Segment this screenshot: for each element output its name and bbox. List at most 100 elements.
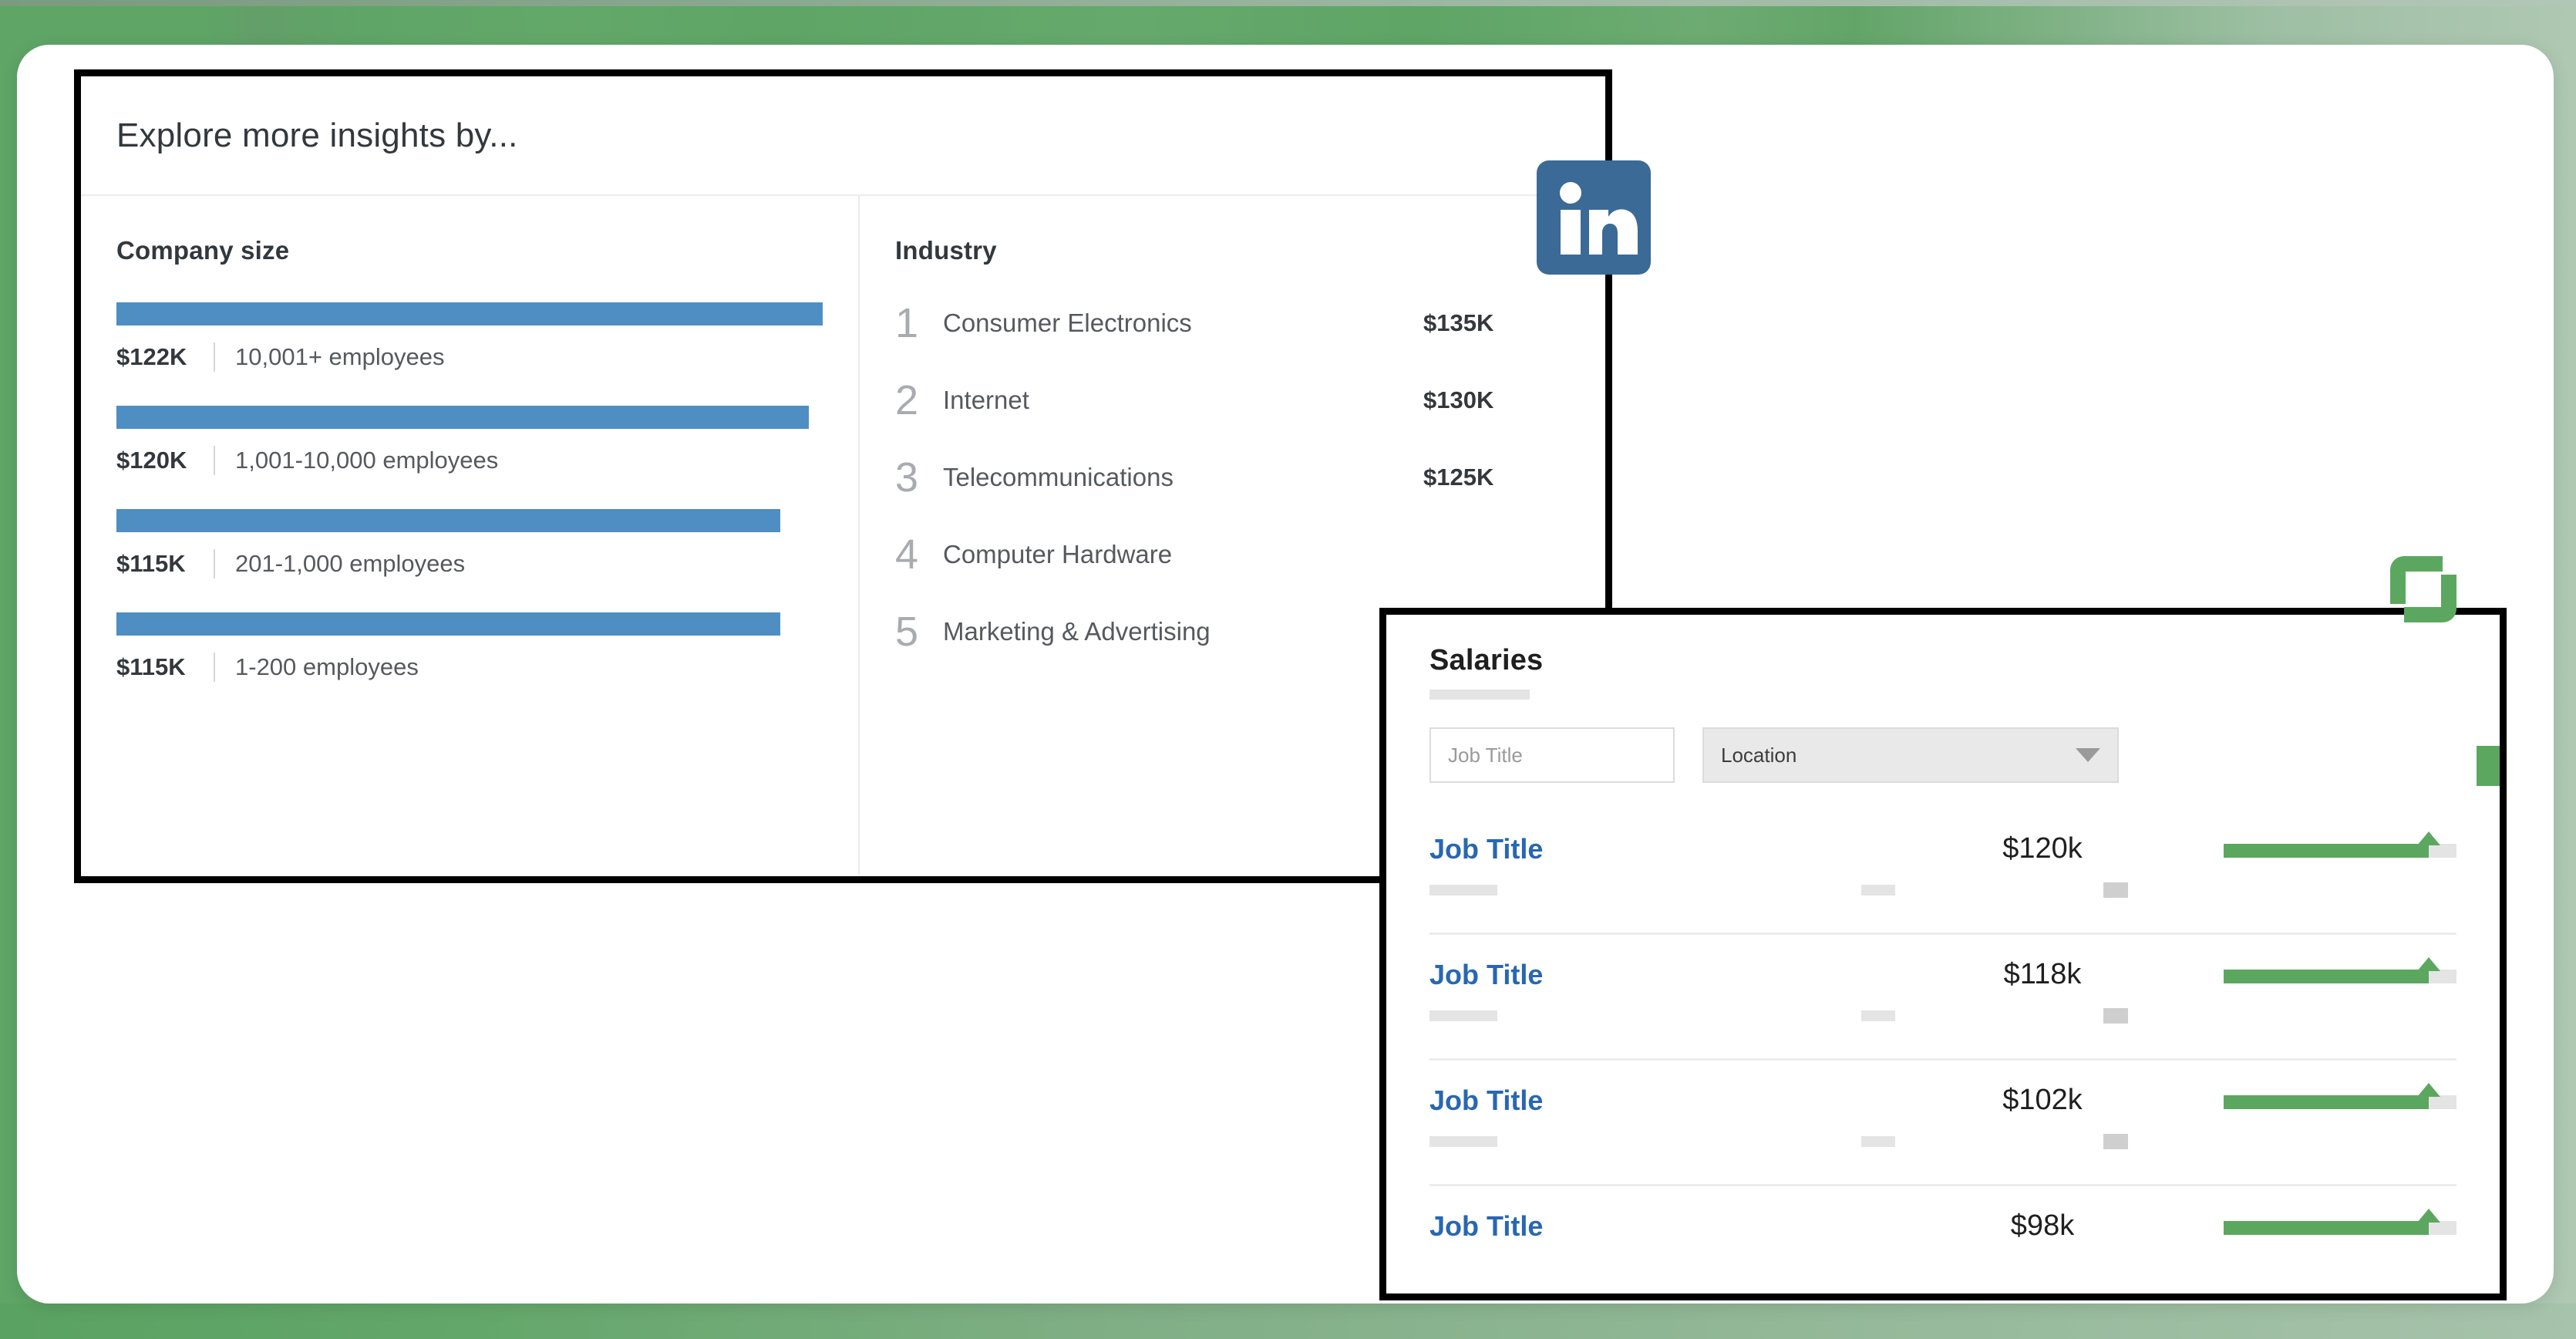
gauge-caption-placeholder	[2103, 1134, 2128, 1149]
company-size-meta: $122K 10,001+ employees	[116, 342, 823, 372]
salary-job-title-link[interactable]: Job Title	[1429, 833, 1861, 865]
salary-range-gauge	[2224, 1208, 2456, 1240]
location-select[interactable]: Location	[1702, 727, 2119, 783]
company-size-meta: $115K 201-1,000 employees	[116, 549, 823, 578]
linkedin-logo-icon	[1537, 160, 1651, 275]
salary-amount: $120k	[2002, 832, 2083, 865]
salary-row-main: Job Title $98k	[1429, 1186, 2456, 1243]
background-top-strip	[0, 0, 2576, 6]
industry-name: Computer Hardware	[943, 540, 1173, 568]
salary-row[interactable]: Job Title $98k	[1429, 1186, 2456, 1293]
industry-rank: 1	[895, 300, 919, 346]
company-size-label: 1-200 employees	[235, 653, 419, 680]
salaries-filters: Job Title Location	[1429, 727, 2456, 783]
company-size-meta: $120K 1,001-10,000 employees	[116, 446, 823, 475]
chevron-down-icon	[2076, 748, 2100, 762]
gauge-marker-icon	[2416, 831, 2440, 845]
company-size-salary: $115K	[116, 653, 186, 680]
industry-rank: 2	[895, 377, 919, 423]
company-size-bar-track	[116, 406, 823, 429]
company-size-divider	[214, 549, 215, 578]
salaries-rows: Job Title $120k Job Title $118k Job Titl…	[1429, 809, 2456, 1293]
industry-salary: $135K	[1423, 309, 1494, 336]
glassdoor-salaries-panel: Salaries Job Title Location Job Title $1…	[1379, 608, 2507, 1300]
industry-row[interactable]: 2 Internet $130K	[895, 379, 1570, 421]
salary-subtitle-placeholder	[1429, 1136, 1497, 1147]
salaries-panel-inner: Salaries Job Title Location Job Title $1…	[1386, 615, 2500, 1293]
gauge-fill	[2224, 1220, 2429, 1235]
gauge-caption-placeholder	[2103, 882, 2128, 898]
company-size-label: 1,001-10,000 employees	[235, 447, 499, 474]
company-size-bar-track	[116, 509, 823, 532]
company-size-divider	[214, 446, 215, 475]
company-size-label: 10,001+ employees	[235, 343, 445, 370]
company-size-bar-track	[116, 612, 823, 636]
linkedin-panel-header: Explore more insights by...	[81, 76, 1605, 196]
industry-rank: 3	[895, 454, 919, 501]
company-size-label: 201-1,000 employees	[235, 550, 466, 577]
industry-rank: 4	[895, 531, 919, 578]
company-size-row[interactable]: $122K 10,001+ employees	[116, 302, 823, 372]
salary-subtitle-placeholder	[1429, 1010, 1497, 1021]
salary-row-subtext	[1429, 1134, 2456, 1149]
company-size-salary: $120K	[116, 447, 187, 474]
salary-row[interactable]: Job Title $118k	[1429, 935, 2456, 1061]
industry-row[interactable]: 1 Consumer Electronics $135K	[895, 302, 1570, 344]
industry-rank: 5	[895, 609, 919, 655]
company-size-salary: $122K	[116, 343, 187, 370]
company-size-column: Company size $122K 10,001+ employees $12…	[81, 196, 860, 875]
page-title: Explore more insights by...	[116, 116, 518, 154]
industry-salary: $130K	[1423, 386, 1494, 413]
company-size-row[interactable]: $120K 1,001-10,000 employees	[116, 406, 823, 475]
gauge-marker-icon	[2416, 1208, 2440, 1223]
salary-amount: $98k	[2010, 1209, 2075, 1242]
search-submit-button[interactable]	[2477, 746, 2500, 786]
industry-name: Consumer Electronics	[943, 309, 1192, 337]
gauge-fill	[2224, 1094, 2429, 1109]
salary-job-title-link[interactable]: Job Title	[1429, 959, 1861, 991]
salary-range-gauge	[2224, 1082, 2456, 1114]
gauge-fill	[2224, 969, 2429, 983]
gauge-marker-icon	[2416, 1082, 2440, 1097]
salary-row-main: Job Title $118k	[1429, 935, 2456, 991]
salaries-subtitle-placeholder	[1429, 690, 1530, 700]
salary-amount-placeholder	[1861, 1010, 1895, 1021]
salary-job-title-link[interactable]: Job Title	[1429, 1210, 1861, 1243]
company-size-bar	[116, 509, 781, 532]
company-size-divider	[214, 342, 215, 372]
company-size-salary: $115K	[116, 550, 186, 577]
gauge-marker-icon	[2416, 956, 2440, 971]
company-size-bar	[116, 406, 809, 429]
salary-amount-placeholder	[1861, 885, 1895, 895]
salary-row-subtext	[1429, 1008, 2456, 1024]
salary-amount: $118k	[2003, 958, 2082, 990]
industry-name: Internet	[943, 386, 1029, 414]
job-title-input[interactable]: Job Title	[1429, 727, 1675, 783]
salary-row-main: Job Title $102k	[1429, 1061, 2456, 1117]
salary-row-subtext	[1429, 882, 2456, 898]
linkedin-panel-body: Company size $122K 10,001+ employees $12…	[81, 196, 1605, 875]
industry-name: Telecommunications	[943, 463, 1174, 491]
industry-name: Marketing & Advertising	[943, 617, 1211, 646]
salary-amount-placeholder	[1861, 1136, 1895, 1147]
glassdoor-logo-icon	[2380, 546, 2467, 632]
salaries-title: Salaries	[1429, 644, 1544, 676]
salary-amount: $102k	[2002, 1084, 2083, 1116]
company-size-title: Company size	[116, 236, 290, 265]
salary-job-title-link[interactable]: Job Title	[1429, 1084, 1861, 1117]
company-size-row[interactable]: $115K 201-1,000 employees	[116, 509, 823, 578]
company-size-bar	[116, 302, 823, 325]
industry-row[interactable]: 3 Telecommunications $125K	[895, 457, 1570, 498]
background-bottom-strip	[0, 1304, 2576, 1339]
salary-row[interactable]: Job Title $102k	[1429, 1061, 2456, 1186]
company-size-divider	[214, 653, 215, 682]
gauge-caption-placeholder	[2103, 1008, 2128, 1024]
salary-row-main: Job Title $120k	[1429, 809, 2456, 865]
salary-subtitle-placeholder	[1429, 885, 1497, 895]
salary-row[interactable]: Job Title $120k	[1429, 809, 2456, 935]
company-size-row[interactable]: $115K 1-200 employees	[116, 612, 823, 682]
salary-range-gauge	[2224, 831, 2456, 862]
industry-title: Industry	[895, 236, 997, 265]
salary-range-gauge	[2224, 956, 2456, 988]
industry-row[interactable]: 4 Computer Hardware	[895, 534, 1570, 575]
